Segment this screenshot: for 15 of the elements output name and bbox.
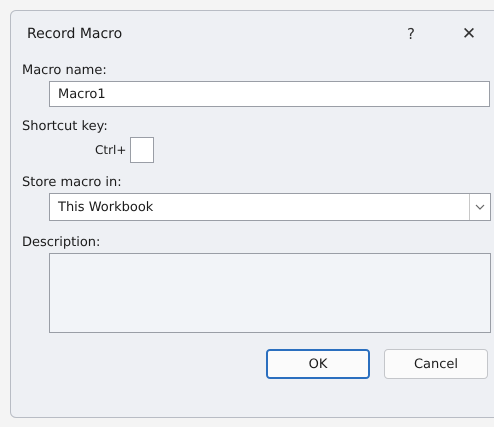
ctrl-label: Ctrl+ (95, 143, 126, 157)
macro-name-field[interactable]: Macro1 (49, 81, 490, 107)
shortcut-key-field[interactable] (130, 137, 154, 163)
description-field[interactable] (49, 253, 491, 333)
window-title: Record Macro (27, 26, 124, 42)
help-button[interactable]: ? (389, 25, 433, 43)
macro-name-label: Macro name: (22, 63, 107, 78)
description-label: Description: (22, 235, 100, 250)
store-macro-label: Store macro in: (22, 175, 122, 190)
ok-button[interactable]: OK (266, 349, 370, 379)
chevron-down-icon (475, 204, 485, 210)
store-macro-dropdown[interactable]: This Workbook (49, 193, 491, 221)
close-button[interactable]: ✕ (447, 24, 491, 44)
shortcut-key-label: Shortcut key: (22, 119, 108, 134)
cancel-button[interactable]: Cancel (384, 349, 488, 379)
